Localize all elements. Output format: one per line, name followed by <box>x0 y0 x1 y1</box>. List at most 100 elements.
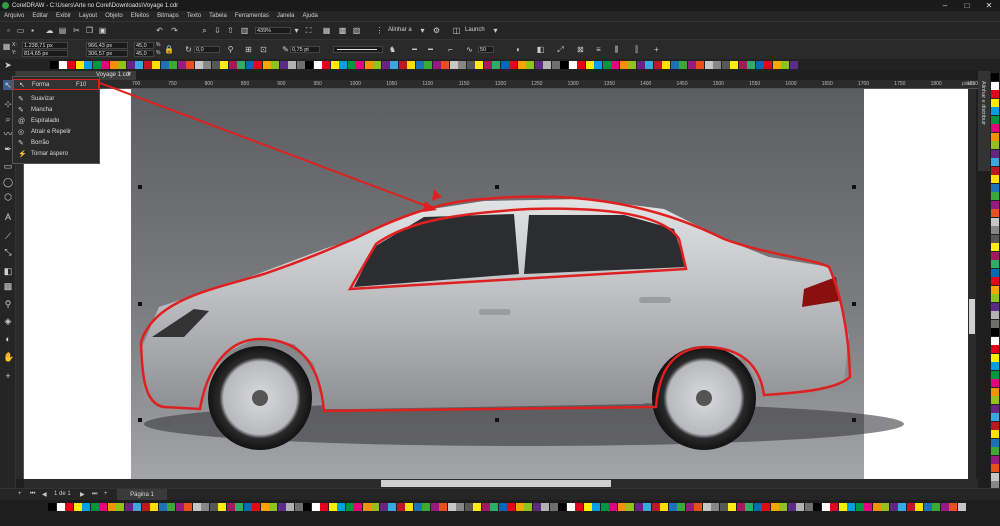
color-swatch[interactable] <box>991 370 999 379</box>
color-swatch[interactable] <box>660 503 668 511</box>
open-file-icon[interactable]: ▭ <box>16 26 25 35</box>
menu-ajuda[interactable]: Ajuda <box>303 13 318 19</box>
color-swatch[interactable] <box>526 61 534 69</box>
color-swatch[interactable] <box>143 61 152 69</box>
color-swatch[interactable] <box>991 234 999 243</box>
color-swatch[interactable] <box>209 503 218 511</box>
color-swatch[interactable] <box>991 464 999 472</box>
color-swatch[interactable] <box>243 503 252 511</box>
color-swatch[interactable] <box>730 61 738 69</box>
add-tool-icon[interactable]: + <box>3 371 13 381</box>
color-swatch[interactable] <box>92 61 101 69</box>
color-swatch[interactable] <box>619 61 628 69</box>
color-swatch[interactable] <box>600 503 609 511</box>
color-swatch[interactable] <box>541 503 549 511</box>
color-swatch[interactable] <box>354 503 362 511</box>
color-swatch[interactable] <box>889 503 898 511</box>
wrap-text-icon[interactable]: ⊞ <box>244 45 253 54</box>
flyout-item-borrao[interactable]: ✎ Borrão <box>13 138 99 149</box>
color-swatch[interactable] <box>560 61 568 69</box>
horizontal-ruler[interactable]: 700 750 800 850 900 950 1000 1050 1100 1150 1200 12… <box>24 80 978 89</box>
color-swatch[interactable] <box>305 61 313 69</box>
color-swatch[interactable] <box>957 503 966 511</box>
color-swatch[interactable] <box>991 124 999 132</box>
color-swatch[interactable] <box>379 503 388 511</box>
color-swatch[interactable] <box>313 61 322 69</box>
extract-icon[interactable]: ⤢ <box>556 45 565 54</box>
vertical-scroll-thumb[interactable] <box>969 299 975 334</box>
color-swatch[interactable] <box>813 503 821 511</box>
align-dropdown-icon[interactable]: ▾ <box>418 26 427 35</box>
color-swatch[interactable] <box>322 61 330 69</box>
eyedropper-icon[interactable]: ⚲ <box>3 299 13 309</box>
close-icon[interactable]: ✕ <box>978 0 1000 11</box>
color-swatch[interactable] <box>235 503 243 511</box>
color-swatch[interactable] <box>881 503 889 511</box>
connector-tool-icon[interactable]: ⤡ <box>3 247 13 257</box>
color-swatch[interactable] <box>160 61 169 69</box>
color-swatch[interactable] <box>779 503 787 511</box>
color-swatch[interactable] <box>575 503 583 511</box>
color-swatch[interactable] <box>211 61 220 69</box>
color-swatch[interactable] <box>991 141 999 149</box>
color-swatch[interactable] <box>568 61 577 69</box>
line-start-icon[interactable]: ━ <box>410 45 419 54</box>
reflect-icon[interactable]: ◧ <box>536 45 545 54</box>
color-swatch[interactable] <box>413 503 422 511</box>
interactive-fill-icon[interactable]: ◈ <box>3 316 13 326</box>
launch-dropdown-icon[interactable]: ▾ <box>491 26 500 35</box>
color-swatch[interactable] <box>781 61 789 69</box>
width-field[interactable]: 966,43 px <box>86 42 128 49</box>
color-swatch[interactable] <box>328 503 337 511</box>
color-swatch[interactable] <box>592 503 600 511</box>
outline-width-field[interactable]: 0,75 pt <box>290 46 320 53</box>
color-swatch[interactable] <box>755 61 764 69</box>
color-swatch[interactable] <box>456 503 464 511</box>
horizontal-scroll-thumb[interactable] <box>381 480 611 487</box>
add-page-end-icon[interactable]: + <box>104 491 108 497</box>
search-icon[interactable]: ⌕ <box>200 26 209 35</box>
import-icon[interactable]: ⇩ <box>213 26 222 35</box>
polygon-tool-icon[interactable]: ⬡ <box>3 192 13 202</box>
color-swatch[interactable] <box>492 61 500 69</box>
color-swatch[interactable] <box>201 503 209 511</box>
color-swatch[interactable] <box>991 158 999 166</box>
color-swatch[interactable] <box>56 503 65 511</box>
color-swatch[interactable] <box>679 61 687 69</box>
color-swatch[interactable] <box>109 61 118 69</box>
color-swatch[interactable] <box>82 503 90 511</box>
color-swatch[interactable] <box>991 192 999 200</box>
add-icon[interactable]: + <box>652 45 661 54</box>
color-swatch[interactable] <box>407 61 415 69</box>
color-swatch[interactable] <box>107 503 116 511</box>
color-swatch[interactable] <box>294 503 303 511</box>
color-swatch[interactable] <box>424 61 432 69</box>
color-swatch[interactable] <box>396 503 405 511</box>
color-swatch[interactable] <box>645 61 653 69</box>
scale-y-field[interactable]: 45,0 <box>134 50 154 57</box>
flyout-item-mancha[interactable]: ✎ Mancha <box>13 105 99 116</box>
color-swatch[interactable] <box>991 345 999 353</box>
color-swatch[interactable] <box>721 61 730 69</box>
color-swatch[interactable] <box>473 503 481 511</box>
x-position-field[interactable]: 1.238,71 px <box>22 42 68 49</box>
smart-fill-icon[interactable]: ◐ <box>3 334 13 344</box>
color-swatch[interactable] <box>702 503 711 511</box>
color-swatch[interactable] <box>439 503 447 511</box>
color-swatch[interactable] <box>415 61 424 69</box>
color-swatch[interactable] <box>677 503 685 511</box>
launch-icon[interactable]: ◫ <box>452 26 461 35</box>
color-swatch[interactable] <box>830 503 838 511</box>
color-swatch[interactable] <box>932 503 940 511</box>
color-swatch[interactable] <box>534 61 543 69</box>
color-swatch[interactable] <box>685 503 694 511</box>
preset-icon[interactable]: ▦ <box>2 42 11 51</box>
color-swatch[interactable] <box>764 61 772 69</box>
color-swatch[interactable] <box>991 209 999 217</box>
color-swatch[interactable] <box>254 61 262 69</box>
color-swatch[interactable] <box>991 472 999 481</box>
color-swatch[interactable] <box>991 362 999 370</box>
color-swatch[interactable] <box>668 503 677 511</box>
color-swatch[interactable] <box>704 61 713 69</box>
zoom-dropdown-icon[interactable]: ▾ <box>292 26 301 35</box>
